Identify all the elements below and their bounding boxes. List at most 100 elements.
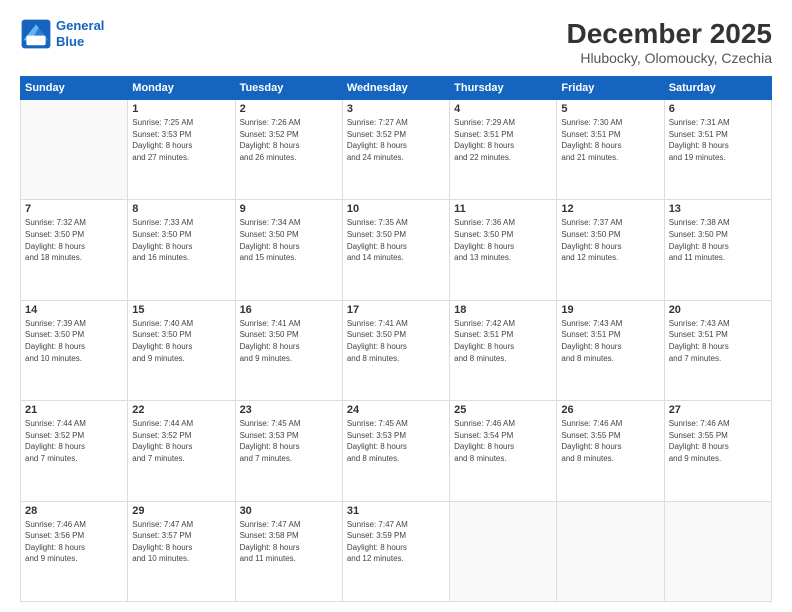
calendar-cell: 26Sunrise: 7:46 AMSunset: 3:55 PMDayligh… — [557, 401, 664, 501]
calendar-cell: 12 Sunrise: 7:37 AMSunset: 3:50 PMDayligh… — [557, 200, 664, 300]
page: General Blue December 2025 Hlubocky, Olo… — [0, 0, 792, 612]
calendar-cell: 3 Sunrise: 7:27 AMSunset: 3:52 PMDaylight… — [342, 100, 449, 200]
day-number: 10 — [347, 203, 445, 215]
day-info: Sunrise: 7:36 AMSunset: 3:50 PMDaylight:… — [454, 217, 552, 263]
calendar-cell: 10 Sunrise: 7:35 AMSunset: 3:50 PMDayligh… — [342, 200, 449, 300]
day-info: Sunrise: 7:31 AMSunset: 3:51 PMDaylight:… — [669, 117, 767, 163]
day-number: 24 — [347, 404, 445, 416]
day-info: Sunrise: 7:46 AMSunset: 3:56 PMDaylight:… — [25, 519, 123, 565]
logo-icon — [20, 18, 52, 50]
calendar-cell: 5 Sunrise: 7:30 AMSunset: 3:51 PMDaylight… — [557, 100, 664, 200]
day-info: Sunrise: 7:44 AMSunset: 3:52 PMDaylight:… — [132, 418, 230, 464]
day-number: 3 — [347, 103, 445, 115]
calendar-cell: 2Sunrise: 7:26 AMSunset: 3:52 PMDaylight… — [235, 100, 342, 200]
day-number: 9 — [240, 203, 338, 215]
day-info: Sunrise: 7:46 AMSunset: 3:55 PMDaylight:… — [561, 418, 659, 464]
day-number: 30 — [240, 505, 338, 517]
calendar-cell: 18Sunrise: 7:42 AMSunset: 3:51 PMDayligh… — [450, 300, 557, 400]
day-info: Sunrise: 7:25 AMSunset: 3:53 PMDaylight:… — [132, 117, 230, 163]
day-info: Sunrise: 7:30 AMSunset: 3:51 PMDaylight:… — [561, 117, 659, 163]
col-header-wednesday: Wednesday — [342, 77, 449, 100]
day-info: Sunrise: 7:43 AMSunset: 3:51 PMDaylight:… — [561, 318, 659, 364]
week-row-1: 1 Sunrise: 7:25 AMSunset: 3:53 PMDaylight… — [21, 100, 772, 200]
day-number: 2 — [240, 103, 338, 115]
week-row-3: 14 Sunrise: 7:39 AMSunset: 3:50 PMDayligh… — [21, 300, 772, 400]
day-number: 13 — [669, 203, 767, 215]
calendar-cell: 30 Sunrise: 7:47 AMSunset: 3:58 PMDayligh… — [235, 501, 342, 601]
subtitle: Hlubocky, Olomoucky, Czechia — [567, 50, 772, 66]
day-info: Sunrise: 7:45 AMSunset: 3:53 PMDaylight:… — [347, 418, 445, 464]
day-info: Sunrise: 7:44 AMSunset: 3:52 PMDaylight:… — [25, 418, 123, 464]
calendar-cell: 15 Sunrise: 7:40 AMSunset: 3:50 PMDayligh… — [128, 300, 235, 400]
day-number: 28 — [25, 505, 123, 517]
day-number: 31 — [347, 505, 445, 517]
day-info: Sunrise: 7:46 AMSunset: 3:55 PMDaylight:… — [669, 418, 767, 464]
title-block: December 2025 Hlubocky, Olomoucky, Czech… — [567, 18, 772, 66]
day-info: Sunrise: 7:45 AMSunset: 3:53 PMDaylight:… — [240, 418, 338, 464]
header: General Blue December 2025 Hlubocky, Olo… — [20, 18, 772, 66]
day-number: 17 — [347, 304, 445, 316]
day-number: 6 — [669, 103, 767, 115]
day-info: Sunrise: 7:32 AMSunset: 3:50 PMDaylight:… — [25, 217, 123, 263]
day-number: 22 — [132, 404, 230, 416]
logo-text: General Blue — [56, 18, 104, 49]
day-info: Sunrise: 7:27 AMSunset: 3:52 PMDaylight:… — [347, 117, 445, 163]
col-header-tuesday: Tuesday — [235, 77, 342, 100]
day-number: 8 — [132, 203, 230, 215]
calendar-cell: 22 Sunrise: 7:44 AMSunset: 3:52 PMDayligh… — [128, 401, 235, 501]
calendar-cell: 11Sunrise: 7:36 AMSunset: 3:50 PMDayligh… — [450, 200, 557, 300]
day-number: 29 — [132, 505, 230, 517]
day-number: 12 — [561, 203, 659, 215]
calendar-cell: 31Sunrise: 7:47 AMSunset: 3:59 PMDayligh… — [342, 501, 449, 601]
calendar-cell: 4Sunrise: 7:29 AMSunset: 3:51 PMDaylight… — [450, 100, 557, 200]
day-info: Sunrise: 7:38 AMSunset: 3:50 PMDaylight:… — [669, 217, 767, 263]
calendar-cell: 24 Sunrise: 7:45 AMSunset: 3:53 PMDayligh… — [342, 401, 449, 501]
day-info: Sunrise: 7:47 AMSunset: 3:57 PMDaylight:… — [132, 519, 230, 565]
day-number: 7 — [25, 203, 123, 215]
calendar-cell: 7 Sunrise: 7:32 AMSunset: 3:50 PMDaylight… — [21, 200, 128, 300]
day-number: 5 — [561, 103, 659, 115]
day-number: 16 — [240, 304, 338, 316]
day-info: Sunrise: 7:47 AMSunset: 3:58 PMDaylight:… — [240, 519, 338, 565]
week-row-2: 7 Sunrise: 7:32 AMSunset: 3:50 PMDaylight… — [21, 200, 772, 300]
day-info: Sunrise: 7:37 AMSunset: 3:50 PMDaylight:… — [561, 217, 659, 263]
calendar-cell: 17 Sunrise: 7:41 AMSunset: 3:50 PMDayligh… — [342, 300, 449, 400]
calendar-cell: 16 Sunrise: 7:41 AMSunset: 3:50 PMDayligh… — [235, 300, 342, 400]
calendar-cell: 23Sunrise: 7:45 AMSunset: 3:53 PMDayligh… — [235, 401, 342, 501]
col-header-saturday: Saturday — [664, 77, 771, 100]
day-number: 25 — [454, 404, 552, 416]
week-row-5: 28 Sunrise: 7:46 AMSunset: 3:56 PMDayligh… — [21, 501, 772, 601]
day-info: Sunrise: 7:40 AMSunset: 3:50 PMDaylight:… — [132, 318, 230, 364]
col-header-monday: Monday — [128, 77, 235, 100]
calendar-cell — [664, 501, 771, 601]
calendar-table: SundayMondayTuesdayWednesdayThursdayFrid… — [20, 76, 772, 602]
day-info: Sunrise: 7:29 AMSunset: 3:51 PMDaylight:… — [454, 117, 552, 163]
day-info: Sunrise: 7:41 AMSunset: 3:50 PMDaylight:… — [347, 318, 445, 364]
day-number: 15 — [132, 304, 230, 316]
logo-line2: Blue — [56, 34, 84, 49]
col-header-sunday: Sunday — [21, 77, 128, 100]
day-info: Sunrise: 7:35 AMSunset: 3:50 PMDaylight:… — [347, 217, 445, 263]
day-info: Sunrise: 7:46 AMSunset: 3:54 PMDaylight:… — [454, 418, 552, 464]
day-info: Sunrise: 7:43 AMSunset: 3:51 PMDaylight:… — [669, 318, 767, 364]
logo-line1: General — [56, 18, 104, 33]
col-header-friday: Friday — [557, 77, 664, 100]
main-title: December 2025 — [567, 18, 772, 50]
calendar-cell — [450, 501, 557, 601]
calendar-cell: 21Sunrise: 7:44 AMSunset: 3:52 PMDayligh… — [21, 401, 128, 501]
day-info: Sunrise: 7:33 AMSunset: 3:50 PMDaylight:… — [132, 217, 230, 263]
day-info: Sunrise: 7:39 AMSunset: 3:50 PMDaylight:… — [25, 318, 123, 364]
day-info: Sunrise: 7:41 AMSunset: 3:50 PMDaylight:… — [240, 318, 338, 364]
day-number: 27 — [669, 404, 767, 416]
calendar-header-row: SundayMondayTuesdayWednesdayThursdayFrid… — [21, 77, 772, 100]
calendar-cell: 6 Sunrise: 7:31 AMSunset: 3:51 PMDaylight… — [664, 100, 771, 200]
day-number: 20 — [669, 304, 767, 316]
calendar-cell: 1 Sunrise: 7:25 AMSunset: 3:53 PMDaylight… — [128, 100, 235, 200]
day-number: 1 — [132, 103, 230, 115]
calendar-cell: 8 Sunrise: 7:33 AMSunset: 3:50 PMDaylight… — [128, 200, 235, 300]
calendar-cell: 28 Sunrise: 7:46 AMSunset: 3:56 PMDayligh… — [21, 501, 128, 601]
calendar-cell — [21, 100, 128, 200]
day-number: 14 — [25, 304, 123, 316]
calendar-cell: 9Sunrise: 7:34 AMSunset: 3:50 PMDaylight… — [235, 200, 342, 300]
calendar-cell: 25 Sunrise: 7:46 AMSunset: 3:54 PMDayligh… — [450, 401, 557, 501]
